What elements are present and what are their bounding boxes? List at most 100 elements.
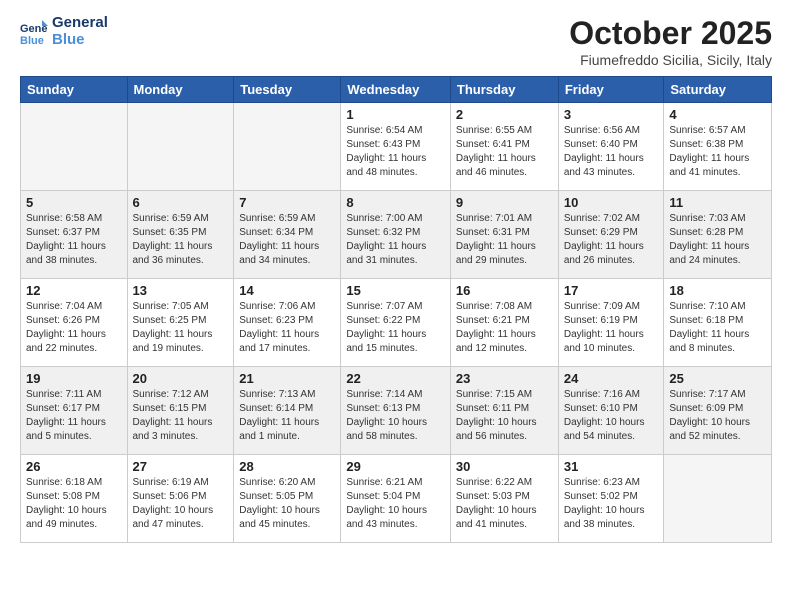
day-info: Sunrise: 7:15 AM Sunset: 6:11 PM Dayligh… [456,388,553,444]
calendar-cell: 9Sunrise: 7:01 AM Sunset: 6:31 PM Daylig… [450,191,558,279]
calendar-cell: 31 Sunrise: 6:23 AM Sunset: 5:02 PM Dayli… [558,455,664,543]
day-number: 29 [346,459,445,474]
day-number: 10 [564,195,659,210]
calendar-cell [127,103,234,191]
day-number: 26 [26,459,122,474]
logo-blue: Blue [52,32,108,49]
day-number: 21 [239,371,335,386]
day-info: Sunrise: 7:08 AM Sunset: 6:21 PM Dayligh… [456,300,553,356]
day-info: Sunrise: 6:22 AM Sunset: 5:03 PM Dayligh… [456,476,553,532]
day-number: 3 [564,107,659,122]
calendar-cell: 18Sunrise: 7:10 AM Sunset: 6:18 PM Dayli… [664,279,772,367]
calendar-table: SundayMondayTuesdayWednesdayThursdayFrid… [20,76,772,543]
logo-general: General [52,15,108,32]
calendar-cell: 27 Sunrise: 6:19 AM Sunset: 5:06 PM Dayli… [127,455,234,543]
day-info: Sunrise: 7:04 AM Sunset: 6:26 PM Dayligh… [26,300,122,356]
calendar-cell: 19 Sunrise: 7:11 AM Sunset: 6:17 PM Dayli… [21,367,128,455]
calendar-cell: 8 Sunrise: 7:00 AM Sunset: 6:32 PM Daylig… [341,191,451,279]
day-number: 11 [669,195,766,210]
weekday-header-wednesday: Wednesday [341,77,451,103]
calendar-row-1: 5 Sunrise: 6:58 AM Sunset: 6:37 PM Daylig… [21,191,772,279]
day-number: 20 [133,371,229,386]
weekday-header-saturday: Saturday [664,77,772,103]
calendar-cell: 30 Sunrise: 6:22 AM Sunset: 5:03 PM Dayli… [450,455,558,543]
day-number: 4 [669,107,766,122]
day-info: Sunrise: 7:14 AM Sunset: 6:13 PM Dayligh… [346,388,445,444]
calendar-cell: 7Sunrise: 6:59 AM Sunset: 6:34 PM Daylig… [234,191,341,279]
calendar-cell: 2Sunrise: 6:55 AM Sunset: 6:41 PM Daylig… [450,103,558,191]
day-number: 8 [346,195,445,210]
day-info: Sunrise: 7:06 AM Sunset: 6:23 PM Dayligh… [239,300,335,356]
day-number: 28 [239,459,335,474]
calendar-cell [664,455,772,543]
calendar-cell: 6 Sunrise: 6:59 AM Sunset: 6:35 PM Daylig… [127,191,234,279]
day-info: Sunrise: 6:19 AM Sunset: 5:06 PM Dayligh… [133,476,229,532]
day-info: Sunrise: 6:18 AM Sunset: 5:08 PM Dayligh… [26,476,122,532]
month-title: October 2025 [569,15,772,52]
day-info: Sunrise: 7:05 AM Sunset: 6:25 PM Dayligh… [133,300,229,356]
day-number: 14 [239,283,335,298]
day-info: Sunrise: 7:03 AM Sunset: 6:28 PM Dayligh… [669,212,766,268]
day-info: Sunrise: 6:56 AM Sunset: 6:40 PM Dayligh… [564,124,659,180]
calendar-cell: 21 Sunrise: 7:13 AM Sunset: 6:14 PM Dayli… [234,367,341,455]
calendar-row-0: 1 Sunrise: 6:54 AM Sunset: 6:43 PM Daylig… [21,103,772,191]
day-number: 25 [669,371,766,386]
calendar-cell [21,103,128,191]
day-info: Sunrise: 7:00 AM Sunset: 6:32 PM Dayligh… [346,212,445,268]
location: Fiumefreddo Sicilia, Sicily, Italy [569,52,772,68]
day-number: 19 [26,371,122,386]
weekday-header-sunday: Sunday [21,77,128,103]
calendar-cell: 22Sunrise: 7:14 AM Sunset: 6:13 PM Dayli… [341,367,451,455]
calendar-body: 1 Sunrise: 6:54 AM Sunset: 6:43 PM Daylig… [21,103,772,543]
day-number: 1 [346,107,445,122]
day-info: Sunrise: 6:21 AM Sunset: 5:04 PM Dayligh… [346,476,445,532]
day-number: 15 [346,283,445,298]
day-number: 30 [456,459,553,474]
logo: General Blue General Blue [20,15,108,48]
day-number: 5 [26,195,122,210]
svg-text:Blue: Blue [20,35,44,46]
calendar-cell: 24 Sunrise: 7:16 AM Sunset: 6:10 PM Dayli… [558,367,664,455]
day-number: 6 [133,195,229,210]
calendar-cell: 11 Sunrise: 7:03 AM Sunset: 6:28 PM Dayli… [664,191,772,279]
day-info: Sunrise: 6:58 AM Sunset: 6:37 PM Dayligh… [26,212,122,268]
day-info: Sunrise: 7:16 AM Sunset: 6:10 PM Dayligh… [564,388,659,444]
day-info: Sunrise: 7:11 AM Sunset: 6:17 PM Dayligh… [26,388,122,444]
day-info: Sunrise: 7:07 AM Sunset: 6:22 PM Dayligh… [346,300,445,356]
day-info: Sunrise: 6:20 AM Sunset: 5:05 PM Dayligh… [239,476,335,532]
day-number: 12 [26,283,122,298]
day-number: 17 [564,283,659,298]
day-number: 27 [133,459,229,474]
day-info: Sunrise: 6:23 AM Sunset: 5:02 PM Dayligh… [564,476,659,532]
day-info: Sunrise: 6:59 AM Sunset: 6:34 PM Dayligh… [239,212,335,268]
calendar-row-4: 26 Sunrise: 6:18 AM Sunset: 5:08 PM Dayli… [21,455,772,543]
day-info: Sunrise: 7:02 AM Sunset: 6:29 PM Dayligh… [564,212,659,268]
calendar-header: SundayMondayTuesdayWednesdayThursdayFrid… [21,77,772,103]
calendar-cell: 28 Sunrise: 6:20 AM Sunset: 5:05 PM Dayli… [234,455,341,543]
day-info: Sunrise: 7:12 AM Sunset: 6:15 PM Dayligh… [133,388,229,444]
calendar-row-3: 19 Sunrise: 7:11 AM Sunset: 6:17 PM Dayli… [21,367,772,455]
day-info: Sunrise: 7:13 AM Sunset: 6:14 PM Dayligh… [239,388,335,444]
day-info: Sunrise: 7:10 AM Sunset: 6:18 PM Dayligh… [669,300,766,356]
calendar-cell [234,103,341,191]
day-info: Sunrise: 6:55 AM Sunset: 6:41 PM Dayligh… [456,124,553,180]
day-info: Sunrise: 7:01 AM Sunset: 6:31 PM Dayligh… [456,212,553,268]
day-info: Sunrise: 6:54 AM Sunset: 6:43 PM Dayligh… [346,124,445,180]
day-info: Sunrise: 6:59 AM Sunset: 6:35 PM Dayligh… [133,212,229,268]
calendar-row-2: 12 Sunrise: 7:04 AM Sunset: 6:26 PM Dayli… [21,279,772,367]
calendar-cell: 4Sunrise: 6:57 AM Sunset: 6:38 PM Daylig… [664,103,772,191]
header: General Blue General Blue October 2025 F… [20,15,772,68]
weekday-header-tuesday: Tuesday [234,77,341,103]
day-number: 31 [564,459,659,474]
calendar-cell: 5 Sunrise: 6:58 AM Sunset: 6:37 PM Daylig… [21,191,128,279]
calendar-cell: 13Sunrise: 7:05 AM Sunset: 6:25 PM Dayli… [127,279,234,367]
weekday-header-row: SundayMondayTuesdayWednesdayThursdayFrid… [21,77,772,103]
weekday-header-thursday: Thursday [450,77,558,103]
title-section: October 2025 Fiumefreddo Sicilia, Sicily… [569,15,772,68]
day-number: 24 [564,371,659,386]
calendar-cell: 29 Sunrise: 6:21 AM Sunset: 5:04 PM Dayli… [341,455,451,543]
calendar-cell: 3 Sunrise: 6:56 AM Sunset: 6:40 PM Daylig… [558,103,664,191]
calendar-cell: 10 Sunrise: 7:02 AM Sunset: 6:29 PM Dayli… [558,191,664,279]
calendar-cell: 25Sunrise: 7:17 AM Sunset: 6:09 PM Dayli… [664,367,772,455]
calendar-cell: 17Sunrise: 7:09 AM Sunset: 6:19 PM Dayli… [558,279,664,367]
